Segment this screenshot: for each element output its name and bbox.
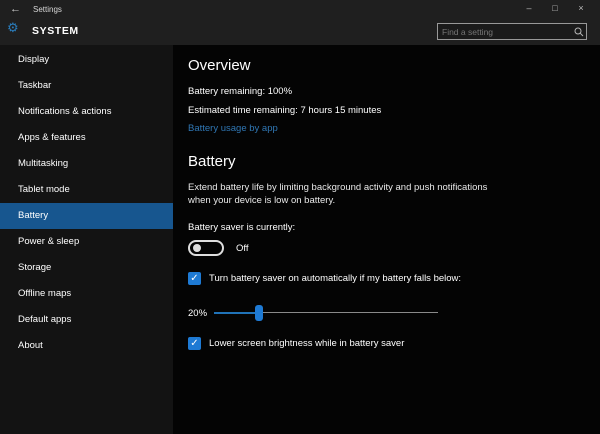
sidebar-item-apps-features[interactable]: Apps & features <box>0 125 173 151</box>
threshold-percent-label: 20% <box>188 308 214 319</box>
battery-saver-label: Battery saver is currently: <box>188 222 585 233</box>
gear-icon: ⚙ <box>7 21 19 34</box>
sidebar-item-multitasking[interactable]: Multitasking <box>0 151 173 177</box>
auto-battery-saver-checkbox[interactable]: ✓ <box>188 272 201 285</box>
lower-brightness-checkbox[interactable]: ✓ <box>188 337 201 350</box>
auto-battery-saver-label: Turn battery saver on automatically if m… <box>209 273 461 284</box>
overview-heading: Overview <box>188 57 585 74</box>
sidebar-item-default-apps[interactable]: Default apps <box>0 307 173 333</box>
window-title: Settings <box>33 5 62 14</box>
sidebar-item-battery[interactable]: Battery <box>0 203 173 229</box>
sidebar-item-about[interactable]: About <box>0 333 173 359</box>
back-button[interactable]: ← <box>10 3 21 15</box>
page-title: SYSTEM <box>32 25 79 37</box>
slider-fill <box>214 312 259 314</box>
search-box[interactable] <box>437 23 587 40</box>
battery-usage-link[interactable]: Battery usage by app <box>188 123 278 134</box>
search-icon[interactable] <box>572 27 586 37</box>
sidebar-item-power-sleep[interactable]: Power & sleep <box>0 229 173 255</box>
window-controls: – □ × <box>516 2 594 15</box>
toggle-state-label: Off <box>236 243 249 254</box>
sidebar-item-notifications[interactable]: Notifications & actions <box>0 99 173 125</box>
lower-brightness-label: Lower screen brightness while in battery… <box>209 338 404 349</box>
toggle-thumb <box>193 244 201 252</box>
close-button[interactable]: × <box>568 2 594 15</box>
battery-description: Extend battery life by limiting backgrou… <box>188 181 506 207</box>
battery-remaining-text: Battery remaining: 100% <box>188 85 585 98</box>
sidebar-item-taskbar[interactable]: Taskbar <box>0 73 173 99</box>
main-content: Overview Battery remaining: 100% Estimat… <box>173 45 600 434</box>
sidebar-item-offline-maps[interactable]: Offline maps <box>0 281 173 307</box>
slider-thumb[interactable] <box>255 305 263 321</box>
battery-saver-toggle[interactable] <box>188 240 224 256</box>
battery-heading: Battery <box>188 153 585 170</box>
estimated-time-text: Estimated time remaining: 7 hours 15 min… <box>188 104 585 117</box>
minimize-button[interactable]: – <box>516 2 542 15</box>
search-input[interactable] <box>438 27 572 37</box>
maximize-button[interactable]: □ <box>542 2 568 15</box>
battery-threshold-slider[interactable] <box>214 305 438 321</box>
sidebar-nav: Display Taskbar Notifications & actions … <box>0 45 173 434</box>
sidebar-item-display[interactable]: Display <box>0 47 173 73</box>
settings-window: ← Settings – □ × ⚙ SYSTEM Display Taskba… <box>0 0 600 434</box>
header: ← Settings – □ × ⚙ SYSTEM <box>0 0 600 45</box>
sidebar-item-tablet-mode[interactable]: Tablet mode <box>0 177 173 203</box>
sidebar-item-storage[interactable]: Storage <box>0 255 173 281</box>
